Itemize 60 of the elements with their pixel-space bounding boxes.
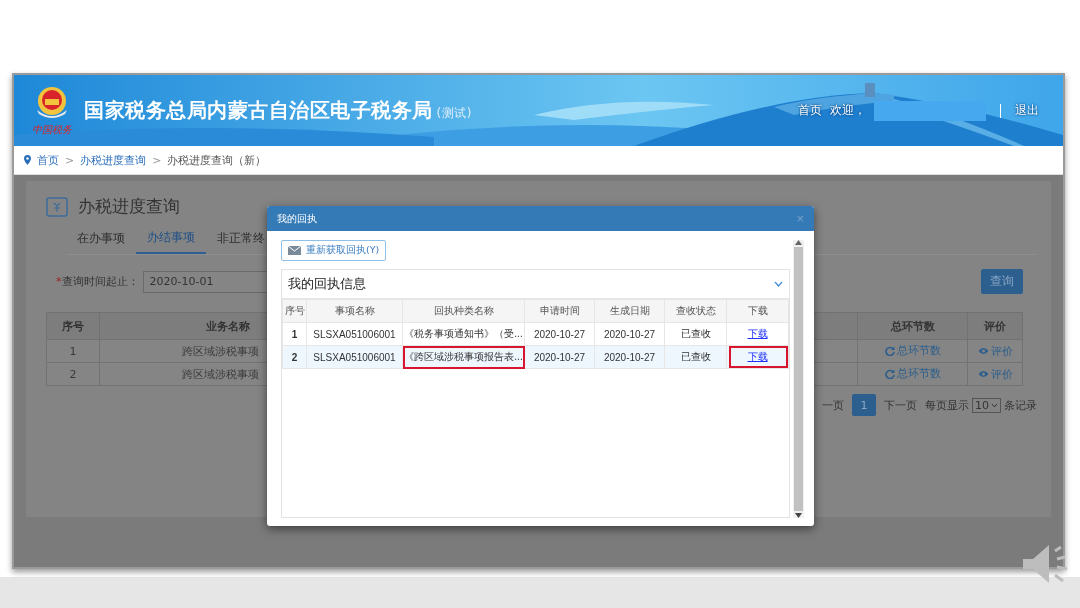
logo-caption: 中国税务 [32,123,72,137]
breadcrumb-item: 办税进度查询（新） [167,152,267,168]
breadcrumb-separator: > [65,153,75,167]
table-cell: 已查收 [664,322,727,346]
table-cell: 2 [282,345,307,369]
breadcrumb-item[interactable]: 首页 [37,152,59,168]
logout-link[interactable]: 退出 [1015,102,1039,119]
table-cell: SLSXA051006001 [306,322,403,346]
required-mark: * [56,275,62,288]
column-header: 申请时间 [524,299,595,323]
download-link[interactable]: 下载 [747,328,768,339]
refresh-icon [884,368,895,379]
dialog-title: 我的回执 [277,211,317,226]
per-page-label: 每页显示 [925,397,969,413]
tab[interactable]: 非正常终 [206,226,276,254]
per-page-select[interactable]: 10 [972,397,1001,413]
header-link[interactable]: 欢迎， [830,102,866,119]
table-cell: 1 [282,322,307,346]
caret-icon [991,402,998,408]
table-cell: 《跨区域涉税事项报告表... [402,345,525,369]
download-link[interactable]: 下载 [747,351,768,362]
envelope-icon [288,246,301,255]
chevron-down-icon[interactable] [774,281,783,287]
receipt-row[interactable]: 2 SLSXA051006001 《跨区域涉税事项报告表... 2020-10-27 2020-10-27 已查收 下载 [282,345,789,369]
scroll-down-icon[interactable] [795,513,802,518]
page-button[interactable]: 1 [852,394,876,416]
column-header: 下载 [726,299,789,323]
tab[interactable]: 在办事项 [66,226,136,254]
per-page-suffix: 条记录 [1004,397,1037,413]
column-header: 回执种类名称 [402,299,525,323]
location-pin-icon [24,155,31,165]
field-label: 查询时间起止： [61,274,139,289]
breadcrumb-separator: > [152,153,162,167]
refresh-receipt-button[interactable]: 重新获取回执(Y) [281,240,387,261]
scrollbar[interactable] [793,240,804,518]
column-header: 序号 [282,299,307,323]
column-header: 事项名称 [306,299,403,323]
column-header: 查收状态 [664,299,727,323]
header-link[interactable]: 首页 [798,102,822,119]
column-header: 评价 [967,312,1023,340]
column-header: 序号 [46,312,100,340]
breadcrumb-item[interactable]: 办税进度查询 [80,152,147,168]
scroll-up-icon[interactable] [795,240,802,245]
column-header: 总环节数 [857,312,968,340]
table-cell: 《税务事项通知书》（受... [402,322,525,346]
table-cell: 1 [46,339,100,363]
site-title: 国家税务总局内蒙古自治区电子税务局 (测试) [84,97,472,124]
refresh-icon [884,345,895,356]
tax-receipt-icon [46,196,68,217]
receipt-row[interactable]: 1 SLSXA051006001 《税务事项通知书》（受... 2020-10-27 2020-10-27 已查收 下载 [282,322,789,346]
table-cell: 2020-10-27 [594,322,665,346]
page-title: 办税进度查询 [78,195,180,218]
highlight-frame [729,346,788,368]
eye-icon [977,347,989,355]
table-cell: 2020-10-27 [524,322,595,346]
query-button[interactable]: 查询 [981,269,1023,294]
column-header: 生成日期 [594,299,665,323]
tab[interactable]: 办结事项 [136,226,206,254]
eye-icon [977,370,989,378]
table-cell: 2 [46,362,100,386]
